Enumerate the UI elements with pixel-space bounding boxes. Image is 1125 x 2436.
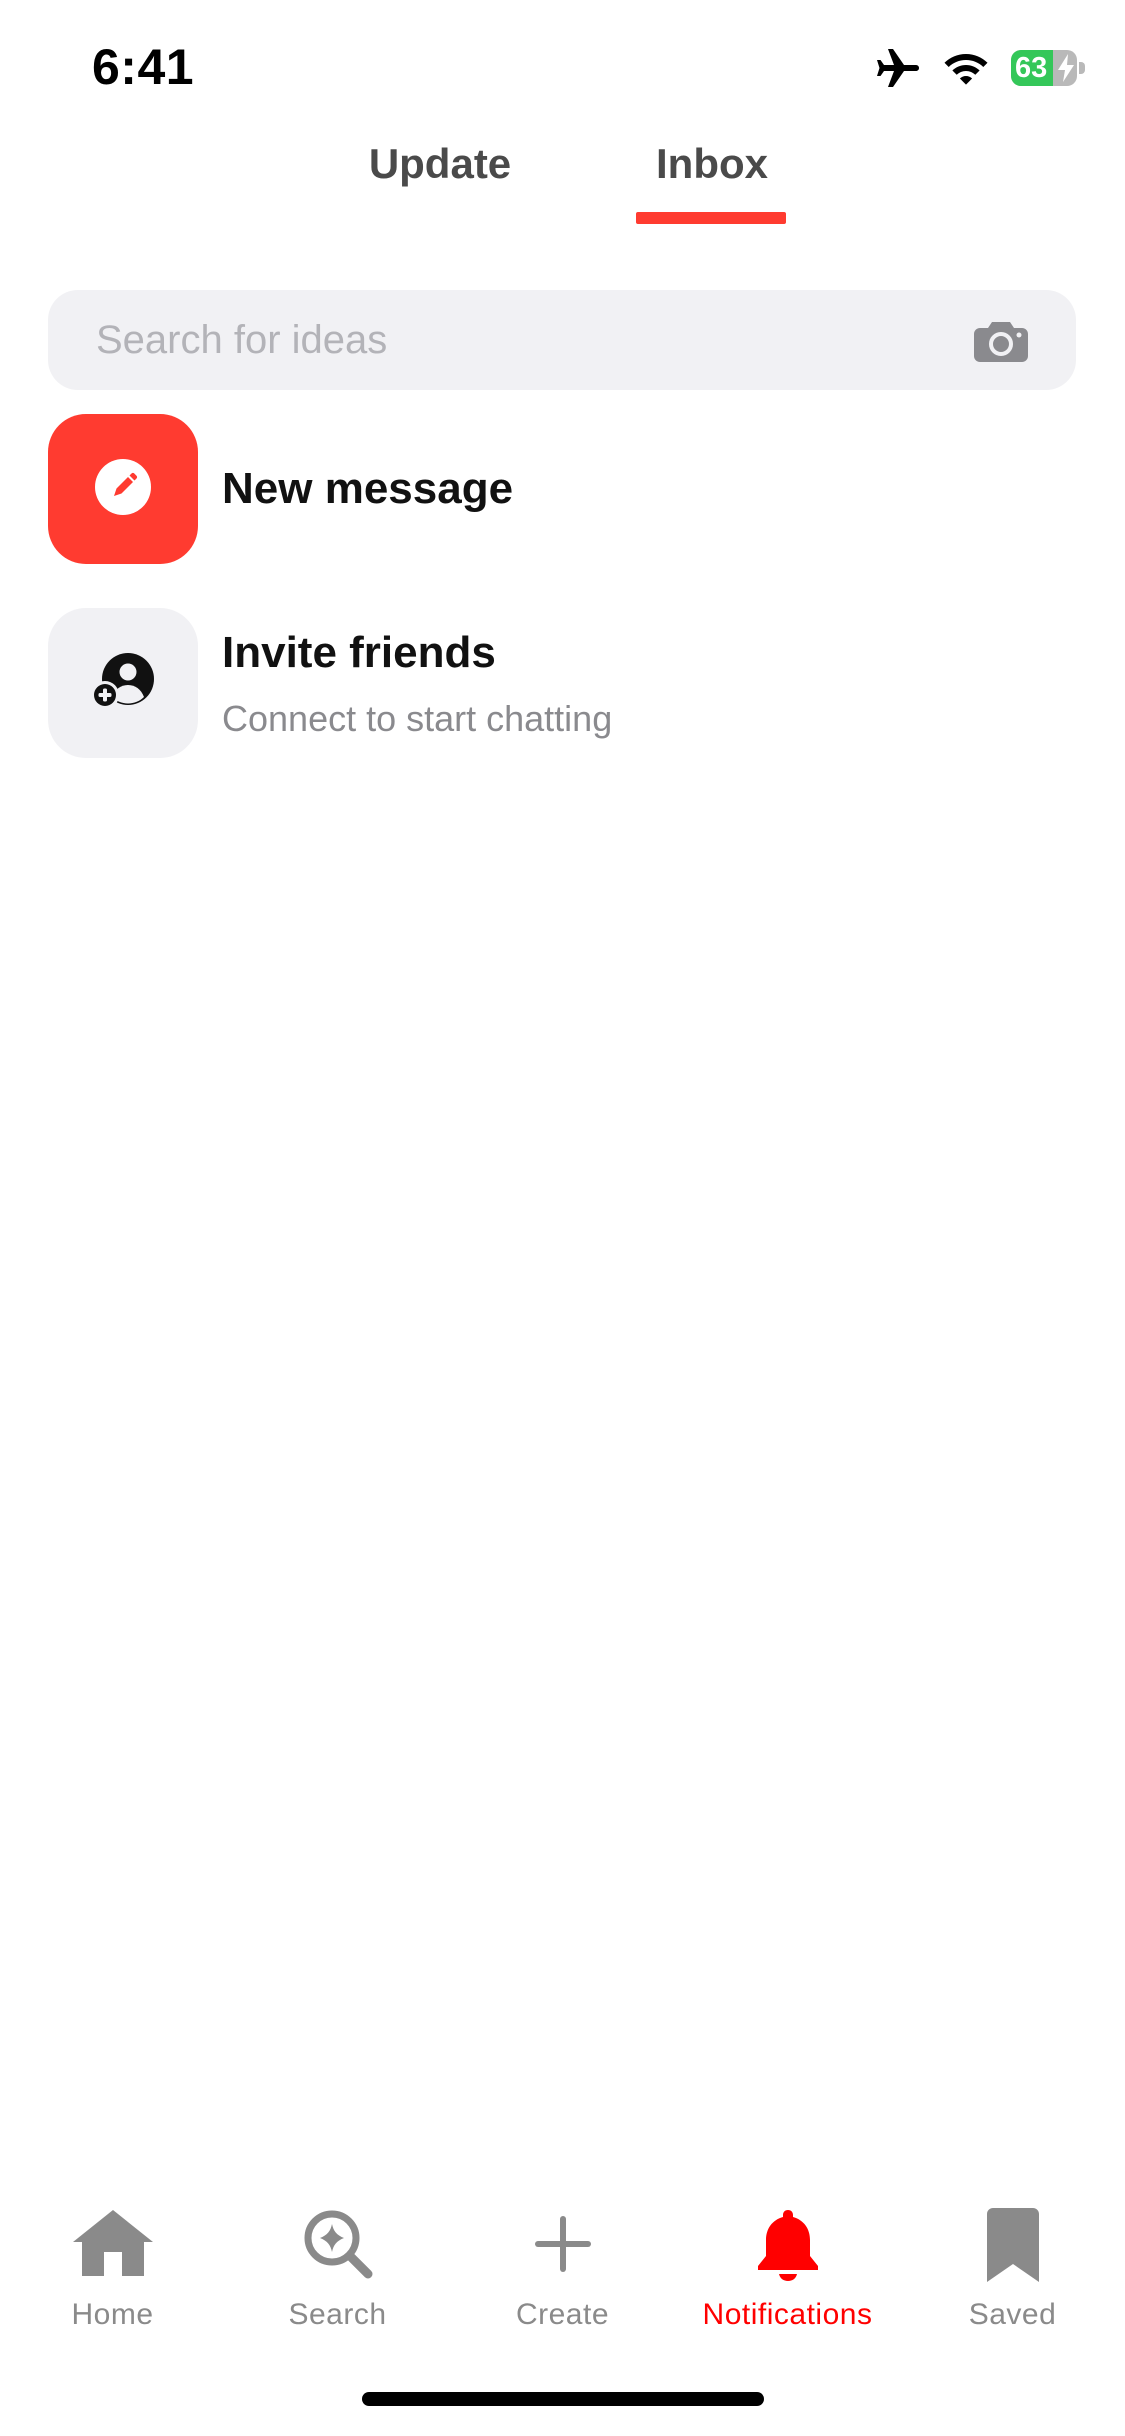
status-icons: 63 <box>875 48 1085 88</box>
tab-active-indicator <box>636 212 786 224</box>
invite-friends-row[interactable]: Invite friends Connect to start chatting <box>48 608 1076 758</box>
search-sparkle-icon <box>302 2208 374 2285</box>
airplane-icon <box>875 48 921 88</box>
nav-label-notifications: Notifications <box>702 2298 873 2331</box>
bottom-nav: Home Search Create Notifications Saved <box>0 2180 1125 2350</box>
nav-item-saved[interactable]: Saved <box>900 2180 1125 2350</box>
battery-cap <box>1079 62 1085 74</box>
invite-friends-title: Invite friends <box>222 628 496 677</box>
nav-item-create[interactable]: Create <box>450 2180 675 2350</box>
nav-label-home: Home <box>71 2298 154 2331</box>
tab-update[interactable]: Update <box>340 140 540 188</box>
nav-item-home[interactable]: Home <box>0 2180 225 2350</box>
status-bar: 6:41 63 <box>0 0 1125 130</box>
bookmark-icon <box>986 2208 1039 2287</box>
invite-friends-subtitle: Connect to start chatting <box>222 698 613 739</box>
invite-friends-tile <box>48 608 198 758</box>
camera-icon[interactable] <box>974 320 1028 362</box>
new-message-title: New message <box>222 464 514 513</box>
battery-level: 63 <box>1015 52 1048 84</box>
tab-inbox[interactable]: Inbox <box>622 140 802 188</box>
bell-icon <box>753 2208 823 2287</box>
plus-icon <box>531 2208 595 2283</box>
battery-body: 63 <box>1011 50 1077 86</box>
add-user-icon <box>90 651 156 716</box>
home-indicator <box>362 2392 764 2406</box>
nav-label-saved: Saved <box>968 2298 1057 2331</box>
bolt-icon <box>1057 54 1075 82</box>
nav-item-search[interactable]: Search <box>225 2180 450 2350</box>
battery-charging-icon: 63 <box>1011 50 1085 86</box>
top-tabs: Update Inbox <box>0 140 1125 230</box>
nav-label-search: Search <box>288 2298 387 2331</box>
home-icon <box>71 2208 155 2283</box>
wifi-icon <box>943 50 989 86</box>
pencil-icon <box>94 458 152 521</box>
search-input[interactable] <box>96 290 956 390</box>
nav-label-create: Create <box>515 2298 610 2331</box>
new-message-tile <box>48 414 198 564</box>
status-time: 6:41 <box>92 39 195 95</box>
new-message-row[interactable]: New message <box>48 414 1076 564</box>
nav-item-notifications[interactable]: Notifications <box>675 2180 900 2350</box>
search-bar <box>48 290 1076 390</box>
